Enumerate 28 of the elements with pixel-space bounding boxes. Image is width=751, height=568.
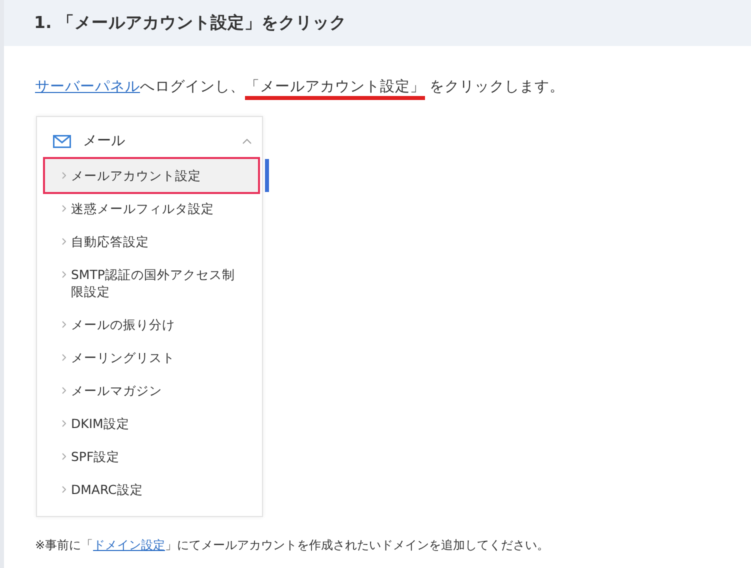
server-panel-link[interactable]: サーバーパネル: [35, 79, 140, 95]
chevron-icon: [62, 238, 66, 245]
chevron-icon: [62, 205, 66, 212]
chevron-icon: [62, 172, 66, 179]
menu-title: メール: [83, 132, 126, 150]
chevron-icon: [62, 420, 66, 427]
domain-settings-link[interactable]: ドメイン設定: [93, 538, 166, 552]
menu-item[interactable]: メーリングリスト: [45, 341, 258, 374]
chevron-icon: [62, 354, 66, 361]
step-heading: 1. 「メールアカウント設定」をクリック: [4, 0, 751, 46]
menu-item[interactable]: 自動応答設定: [45, 225, 258, 258]
menu-item[interactable]: DMARC設定: [45, 473, 258, 506]
chevron-icon: [62, 271, 66, 278]
mail-icon: [53, 134, 71, 148]
menu-item[interactable]: メールマガジン: [45, 374, 258, 407]
instruction-text: サーバーパネルへログインし、「メールアカウント設定」 をクリックします。: [35, 76, 751, 98]
menu-item[interactable]: メールの振り分け: [45, 308, 258, 341]
menu-item[interactable]: SMTP認証の国外アクセス制限設定: [45, 258, 258, 308]
chevron-icon: [62, 387, 66, 394]
menu-item[interactable]: SPF設定: [45, 440, 258, 473]
active-indicator: [265, 159, 269, 192]
caret-up-icon[interactable]: [242, 138, 252, 144]
menu-item[interactable]: DKIM設定: [45, 407, 258, 440]
chevron-icon: [62, 453, 66, 460]
menu-item[interactable]: 迷惑メールフィルタ設定: [45, 192, 258, 225]
chevron-icon: [62, 486, 66, 493]
note-text: ※事前に「ドメイン設定」にてメールアカウントを作成されたいドメインを追加してください。: [35, 537, 550, 554]
chevron-icon: [62, 321, 66, 328]
